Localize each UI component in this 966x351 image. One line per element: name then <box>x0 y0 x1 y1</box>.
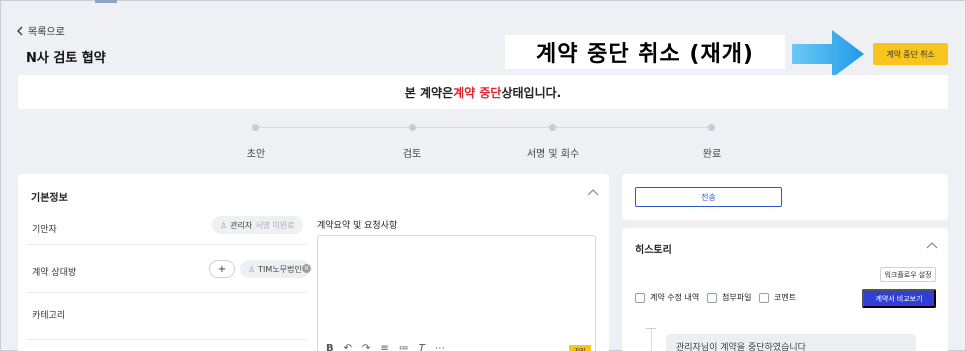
add-counterparty-button[interactable]: + <box>209 260 235 278</box>
step-label-complete: 완료 <box>702 149 722 160</box>
checkbox[interactable] <box>759 292 769 303</box>
chevron-left-icon <box>17 26 23 35</box>
compare-contracts-button[interactable]: 계약서 비교보기 <box>862 289 936 308</box>
back-label: 목록으로 <box>28 27 65 38</box>
step-label-sign: 서명 및 회수 <box>526 149 580 160</box>
undo-icon[interactable]: ↶ <box>344 343 352 351</box>
divider <box>28 292 306 293</box>
filter-attachments[interactable]: 첨부파일 <box>707 292 751 303</box>
arrow-right-icon <box>792 30 864 78</box>
history-message: 관리자님이 계약을 중단하였습니다 <box>666 334 916 351</box>
timeline-line <box>651 328 652 351</box>
step-label-draft: 초안 <box>246 149 266 160</box>
counterparty-label: 계약 상대방 <box>32 268 77 278</box>
timeline-tick <box>646 328 656 329</box>
chevron-up-icon[interactable] <box>926 241 938 249</box>
basic-info-title: 기본정보 <box>31 193 68 204</box>
step-dot-complete <box>708 124 715 131</box>
history-card: 히스토리 워크플로우 설정 계약 수정 내역 첨부파일 코멘트 계약서 비교보기… <box>622 228 948 351</box>
align-icon[interactable]: ≡ <box>380 343 388 351</box>
editor-save-button[interactable]: 저장 <box>569 345 591 351</box>
counterparty-name: TIM노무법인 <box>258 264 302 274</box>
filter-label: 첨부파일 <box>722 293 752 302</box>
step-dot-review <box>409 124 416 131</box>
send-button[interactable]: 전송 <box>635 187 782 207</box>
filter-label: 코멘트 <box>774 293 797 302</box>
annotation-label: 계약 중단 취소 (재개) <box>505 35 785 69</box>
divider <box>28 244 306 245</box>
requester-pill: ♙ 관리자 서명 미완료 <box>212 216 303 234</box>
tab-indicator <box>95 0 117 3</box>
divider <box>28 339 306 340</box>
request-summary-textarea[interactable]: B ↶ ↷ ≡ ≔ T ⋯ 저장 <box>317 235 596 351</box>
banner-prefix: 본 계약은 <box>404 85 454 100</box>
checkbox[interactable] <box>707 292 717 303</box>
requester-name: 관리자 <box>230 220 253 230</box>
cancel-contract-stop-button[interactable]: 계약 중단 취소 <box>873 43 948 65</box>
requester-label: 기안자 <box>32 225 57 235</box>
send-card: 전송 <box>622 174 948 220</box>
filter-label: 계약 수정 내역 <box>650 293 700 302</box>
list-icon[interactable]: ≔ <box>399 343 409 351</box>
editor-toolbar: B ↶ ↷ ≡ ≔ T ⋯ <box>326 343 445 351</box>
status-banner: 본 계약은 계약 중단 상태입니다. <box>18 75 948 109</box>
filter-edit-history[interactable]: 계약 수정 내역 <box>635 292 699 303</box>
step-dot-sign <box>549 124 556 131</box>
redo-icon[interactable]: ↷ <box>362 343 370 351</box>
text-format-icon[interactable]: T <box>419 343 425 351</box>
history-title: 히스토리 <box>635 245 672 256</box>
progress-track <box>255 127 713 128</box>
chevron-up-icon[interactable] <box>587 188 599 196</box>
request-summary-title: 계약요약 및 요청사항 <box>317 221 398 231</box>
person-icon: ♙ <box>248 264 256 274</box>
remove-counterparty-icon[interactable]: × <box>302 264 311 273</box>
more-icon[interactable]: ⋯ <box>435 343 445 351</box>
page-title: N사 검토 협약 <box>26 51 106 66</box>
filter-comments[interactable]: 코멘트 <box>759 292 796 303</box>
checkbox[interactable] <box>635 292 645 303</box>
person-icon: ♙ <box>220 220 228 230</box>
back-link[interactable]: 목록으로 <box>16 23 65 38</box>
workflow-settings-button[interactable]: 워크플로우 설정 <box>880 267 936 282</box>
basic-info-card: 기본정보 기안자 ♙ 관리자 서명 미완료 계약 상대방 + ♙ TIM노무법인… <box>18 174 609 351</box>
category-label: 카테고리 <box>32 311 66 321</box>
step-dot-draft <box>252 124 259 131</box>
step-label-review: 검토 <box>402 149 422 160</box>
counterparty-pill: ♙ TIM노무법인 <box>240 260 310 278</box>
banner-highlight: 계약 중단 <box>453 85 502 100</box>
bold-icon[interactable]: B <box>326 343 334 351</box>
banner-suffix: 상태입니다. <box>501 85 562 100</box>
requester-status: 서명 미완료 <box>255 220 295 230</box>
